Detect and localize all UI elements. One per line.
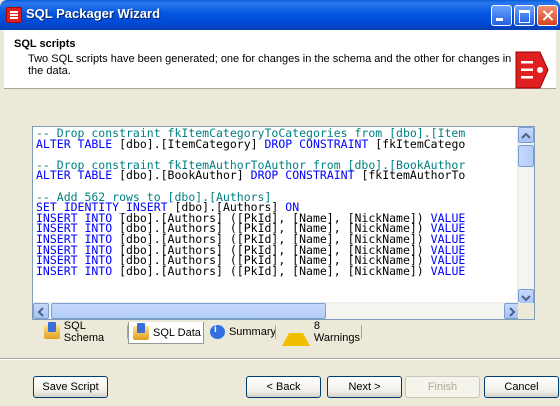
title-bar[interactable]: SQL Packager Wizard: [0, 0, 560, 30]
wizard-header: SQL scripts Two SQL scripts have been ge…: [4, 30, 556, 89]
sql-packager-icon: [515, 51, 549, 89]
info-icon: [210, 324, 225, 339]
window-title: SQL Packager Wizard: [26, 6, 161, 21]
code-line: ALTER TABLE [dbo].[ItemCategory] DROP CO…: [36, 136, 466, 151]
script-tabs: SQL Schema SQL Data Summary 8 Warnings: [32, 320, 535, 346]
close-button[interactable]: [537, 5, 558, 26]
chevron-up-icon: [521, 132, 531, 139]
tab-label: SQL Schema: [63, 320, 105, 344]
wizard-window: SQL Packager Wizard SQL scripts Two SQL …: [0, 0, 560, 406]
tab-sql-data[interactable]: SQL Data: [128, 322, 204, 344]
vertical-scroll-thumb[interactable]: [518, 145, 534, 167]
back-button[interactable]: < Back: [246, 376, 321, 398]
scroll-corner: [518, 303, 534, 319]
page-title: SQL scripts: [14, 38, 76, 50]
cancel-button[interactable]: Cancel: [484, 376, 559, 398]
scroll-up-button[interactable]: [518, 127, 534, 143]
sql-script-viewer[interactable]: -- Drop constraint fkItemCategoryToCateg…: [32, 126, 535, 320]
app-icon: [6, 7, 22, 23]
chevron-left-icon: [37, 307, 44, 317]
code-line: INSERT INTO [dbo].[Authors] ([PkId], [Na…: [36, 263, 466, 278]
database-icon: [44, 322, 60, 339]
code-line: ALTER TABLE [dbo].[BookAuthor] DROP CONS…: [36, 168, 466, 183]
page-description: Two SQL scripts have been generated; one…: [28, 53, 512, 77]
maximize-button[interactable]: [514, 5, 535, 26]
vertical-scrollbar[interactable]: [517, 127, 534, 305]
next-button[interactable]: Next >: [327, 376, 402, 398]
minimize-button[interactable]: [491, 5, 512, 26]
horizontal-scroll-thumb[interactable]: [51, 303, 326, 319]
footer-divider: [0, 358, 560, 359]
database-icon: [133, 322, 149, 340]
finish-button[interactable]: Finish: [405, 376, 480, 398]
tab-label: SQL Data: [153, 326, 201, 339]
chevron-right-icon: [509, 307, 516, 317]
sql-code[interactable]: -- Drop constraint fkItemCategoryToCateg…: [36, 128, 518, 306]
tab-label: 8 Warnings: [313, 320, 360, 344]
save-script-button[interactable]: Save Script: [33, 376, 108, 398]
warning-icon: [282, 319, 310, 346]
horizontal-scrollbar[interactable]: [33, 302, 520, 319]
tab-label: Summary: [228, 326, 276, 338]
tab-summary[interactable]: Summary: [206, 322, 276, 342]
tab-sql-schema[interactable]: SQL Schema: [40, 320, 128, 344]
tab-warnings[interactable]: 8 Warnings: [278, 320, 362, 346]
scroll-left-button[interactable]: [33, 303, 49, 319]
